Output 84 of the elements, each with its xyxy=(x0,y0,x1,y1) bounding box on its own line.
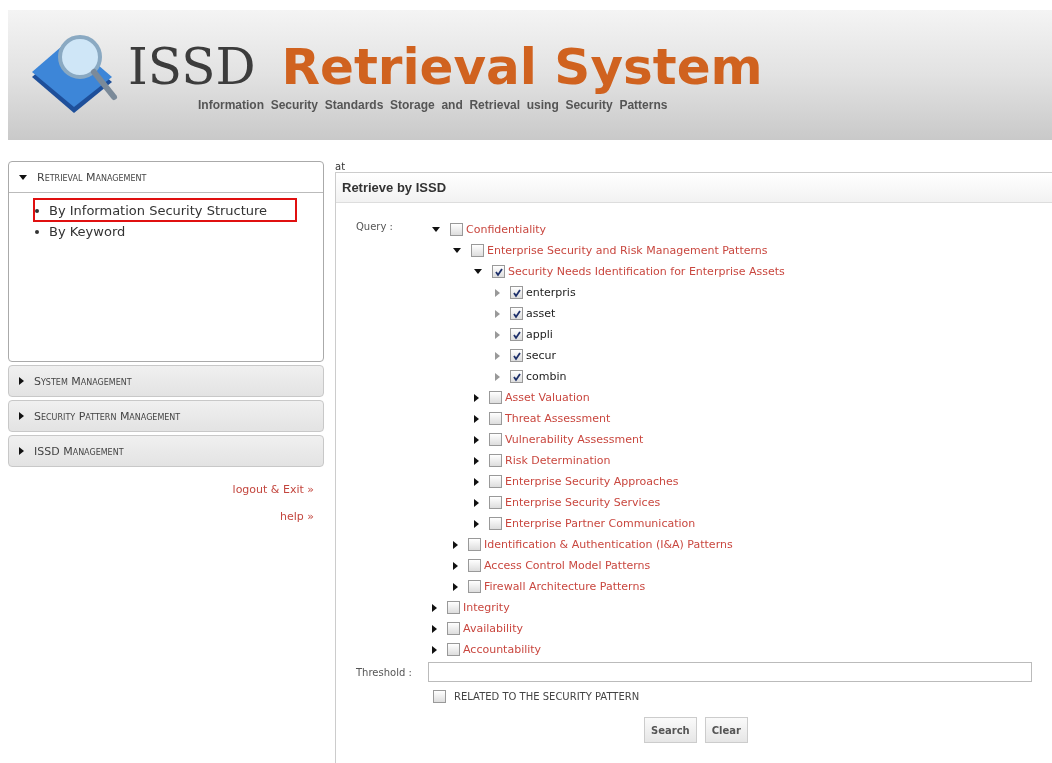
side-link[interactable]: logout & Exit » xyxy=(232,483,314,496)
query-label: Query : xyxy=(356,220,394,234)
tree-label[interactable]: Integrity xyxy=(463,601,510,614)
tree-label[interactable]: asset xyxy=(526,307,556,320)
triangle-icon[interactable] xyxy=(474,519,479,528)
tree-label[interactable]: Accountability xyxy=(463,643,542,656)
checkbox[interactable] xyxy=(468,580,481,593)
triangle-icon[interactable] xyxy=(432,603,437,612)
triangle-icon[interactable] xyxy=(474,414,479,423)
bullet-icon xyxy=(35,230,39,234)
tree-label[interactable]: enterpris xyxy=(526,286,576,299)
tree-label[interactable]: Security Needs Identification for Enterprise Assets xyxy=(508,265,785,278)
checkbox[interactable] xyxy=(489,454,502,467)
action-button[interactable]: Search xyxy=(644,717,697,743)
triangle-icon[interactable] xyxy=(474,435,479,444)
accordion-header[interactable]: Security Pattern Management xyxy=(9,401,323,431)
triangle-icon[interactable] xyxy=(432,227,440,232)
triangle-icon[interactable] xyxy=(474,456,479,465)
triangle-icon[interactable] xyxy=(474,477,479,486)
checkbox[interactable] xyxy=(447,622,460,635)
tree-label[interactable]: Access Control Model Patterns xyxy=(484,559,651,572)
app-title: ISSD xyxy=(128,38,256,96)
checkbox[interactable] xyxy=(450,223,463,236)
checkbox[interactable] xyxy=(468,538,481,551)
checkbox[interactable] xyxy=(489,517,502,530)
triangle-icon[interactable] xyxy=(453,248,461,253)
app-title: Retrieval System xyxy=(281,38,763,96)
tree-label[interactable]: Vulnerability Assessment xyxy=(505,433,644,446)
menu-link[interactable]: By Information Security Structure xyxy=(49,203,268,219)
tree-label[interactable]: Enterprise Security Services xyxy=(505,496,661,509)
app-subtitle: Information Security Standards Storage and Retrieval using Security Patterns xyxy=(198,98,669,112)
checkbox[interactable] xyxy=(492,265,505,278)
tree-label[interactable]: Enterprise Partner Communication xyxy=(505,517,696,530)
checkbox[interactable] xyxy=(447,643,460,656)
checkbox[interactable] xyxy=(489,496,502,509)
panel-title: Retrieve by ISSD xyxy=(336,172,1052,203)
tree-label[interactable]: Firewall Architecture Patterns xyxy=(484,580,646,593)
checkbox[interactable] xyxy=(510,349,523,362)
tree-label[interactable]: Asset Valuation xyxy=(505,391,590,404)
checkbox[interactable] xyxy=(433,690,446,703)
accordion-header[interactable]: Retrieval Management xyxy=(9,162,323,193)
tree-label[interactable]: Enterprise Security Approaches xyxy=(505,475,679,488)
triangle-icon[interactable] xyxy=(453,561,458,570)
triangle-icon[interactable] xyxy=(474,269,482,274)
checkbox[interactable] xyxy=(489,391,502,404)
checkbox[interactable] xyxy=(447,601,460,614)
triangle-icon[interactable] xyxy=(432,624,437,633)
triangle-icon xyxy=(19,377,24,385)
checkbox[interactable] xyxy=(471,244,484,257)
checkbox[interactable] xyxy=(468,559,481,572)
tree-label[interactable]: Risk Determination xyxy=(505,454,611,467)
triangle-icon[interactable] xyxy=(453,540,458,549)
checkbox-label: RELATED TO THE SECURITY PATTERN xyxy=(454,691,640,702)
accordion-header[interactable]: ISSD Management xyxy=(9,436,323,466)
menu-link[interactable]: By Keyword xyxy=(49,224,126,240)
tree-label[interactable]: appli xyxy=(526,328,553,341)
triangle-icon xyxy=(19,412,24,420)
accordion-header[interactable]: System Management xyxy=(9,366,323,396)
threshold-label: Threshold : xyxy=(356,666,413,678)
checkbox[interactable] xyxy=(510,307,523,320)
tree-label[interactable]: Confidentiality xyxy=(466,223,547,236)
triangle-icon xyxy=(19,174,27,180)
tree-label[interactable]: Identification & Authentication (I&A) Patterns xyxy=(484,538,733,551)
tree-label[interactable]: combin xyxy=(526,370,567,383)
tree-label[interactable]: Threat Assessment xyxy=(505,412,611,425)
checkbox[interactable] xyxy=(489,412,502,425)
triangle-icon[interactable] xyxy=(474,393,479,402)
tree-label[interactable]: secur xyxy=(526,349,557,362)
triangle-icon xyxy=(19,447,24,455)
checkbox[interactable] xyxy=(510,328,523,341)
breadcrumb-text: at xyxy=(335,161,347,172)
side-link[interactable]: help » xyxy=(280,510,314,523)
tree-label[interactable]: Enterprise Security and Risk Management Patterns xyxy=(487,244,768,257)
threshold-field[interactable] xyxy=(428,662,1032,682)
triangle-icon[interactable] xyxy=(453,582,458,591)
checkbox[interactable] xyxy=(510,370,523,383)
checkbox[interactable] xyxy=(489,475,502,488)
triangle-icon[interactable] xyxy=(474,498,479,507)
checkbox[interactable] xyxy=(510,286,523,299)
checkbox[interactable] xyxy=(489,433,502,446)
tree-label[interactable]: Availability xyxy=(463,622,523,635)
action-button[interactable]: Clear xyxy=(704,717,748,743)
triangle-icon[interactable] xyxy=(432,645,437,654)
bullet-icon xyxy=(35,209,39,213)
